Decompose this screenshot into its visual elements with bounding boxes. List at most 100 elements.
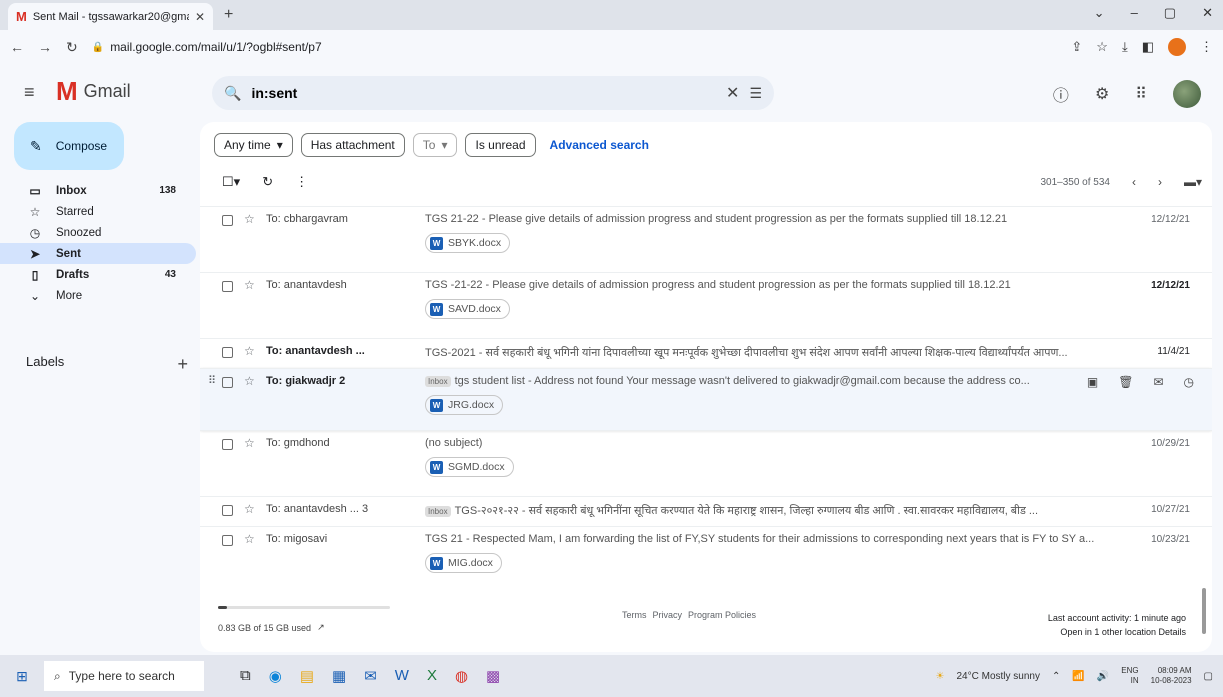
- tab-search-icon[interactable]: ⌄: [1094, 5, 1105, 21]
- search-options-icon[interactable]: ☰: [749, 85, 762, 102]
- notifications-icon[interactable]: ▢: [1204, 671, 1213, 682]
- forward-icon[interactable]: →: [38, 39, 52, 55]
- star-icon[interactable]: ☆: [244, 532, 255, 546]
- mail-app-icon[interactable]: ✉: [364, 667, 377, 685]
- table-row[interactable]: ☆ To: gmdhond (no subject) 10/29/21 W SG…: [200, 430, 1212, 496]
- attachment-chip[interactable]: W SGMD.docx: [425, 457, 514, 477]
- reload-icon[interactable]: ↻: [66, 39, 78, 56]
- sidebar-item-drafts[interactable]: ▯ Drafts 43: [0, 264, 196, 285]
- table-row[interactable]: ☆ To: anantavdesh ... TGS-2021 - सर्व सह…: [200, 338, 1212, 368]
- table-row[interactable]: ☆ To: anantavdesh ... 3 Inbox TGS-२०२१-२२…: [200, 496, 1212, 526]
- sidebar-item-starred[interactable]: ☆ Starred: [0, 201, 196, 222]
- apps-grid-icon[interactable]: ⠿: [1135, 84, 1147, 104]
- task-view-icon[interactable]: ⧉: [240, 667, 251, 685]
- new-tab-icon[interactable]: +: [224, 6, 233, 24]
- word-app-icon[interactable]: W: [395, 667, 409, 685]
- delete-icon[interactable]: 🗑: [1118, 375, 1133, 389]
- search-input[interactable]: [251, 85, 717, 101]
- browser-tab[interactable]: M Sent Mail - tgssawarkar20@gma ✕: [8, 3, 213, 30]
- has-attachment-chip[interactable]: Has attachment: [300, 133, 405, 157]
- close-tab-icon[interactable]: ✕: [195, 10, 205, 24]
- is-unread-chip[interactable]: Is unread: [465, 133, 536, 157]
- weather-text[interactable]: 24°C Mostly sunny: [957, 671, 1040, 682]
- previous-page-icon[interactable]: ‹: [1132, 175, 1136, 189]
- drag-handle-icon[interactable]: ⠿: [208, 374, 216, 387]
- table-row[interactable]: ⠿ ☆ To: giakwadjr 2 Inbox tgs student lis…: [200, 368, 1212, 430]
- sidebar-item-inbox[interactable]: ▭ Inbox 138: [0, 180, 196, 201]
- edge-browser-icon[interactable]: ◉: [269, 667, 282, 685]
- row-checkbox[interactable]: [222, 215, 233, 226]
- back-icon[interactable]: ←: [10, 39, 24, 55]
- sidepanel-icon[interactable]: ◧: [1142, 39, 1154, 55]
- attachment-chip[interactable]: W SBYK.docx: [425, 233, 511, 253]
- volume-icon[interactable]: 🔊: [1097, 671, 1109, 682]
- table-row[interactable]: ☆ To: cbhargavram TGS 21-22 - Please giv…: [200, 206, 1212, 272]
- star-icon[interactable]: ☆: [244, 374, 255, 388]
- windows-start-icon[interactable]: ⊞: [0, 668, 44, 685]
- scrollbar-thumb[interactable]: [1202, 588, 1206, 634]
- table-row[interactable]: ☆ To: migosavi TGS 21 - Respected Mam, I…: [200, 526, 1212, 592]
- attachment-chip[interactable]: W MIG.docx: [425, 553, 502, 573]
- program-policies-link[interactable]: Program Policies: [688, 610, 756, 620]
- snooze-icon[interactable]: ◷: [1184, 375, 1194, 389]
- star-icon[interactable]: ☆: [244, 436, 255, 450]
- main-menu-icon[interactable]: ≡: [24, 82, 35, 103]
- sidebar-item-more[interactable]: ⌄ More: [0, 285, 196, 306]
- clear-search-icon[interactable]: ✕: [726, 83, 739, 103]
- bookmark-star-icon[interactable]: ☆: [1096, 39, 1108, 55]
- row-checkbox[interactable]: [222, 535, 233, 546]
- row-checkbox[interactable]: [222, 281, 233, 292]
- select-all-checkbox-icon[interactable]: ☐▾: [222, 174, 240, 190]
- attachment-chip[interactable]: W JRG.docx: [425, 395, 504, 415]
- privacy-link[interactable]: Privacy: [653, 610, 683, 620]
- taskbar-clock[interactable]: 08:09 AM 10-08-2023: [1151, 666, 1192, 686]
- sidebar-item-snoozed[interactable]: ◷ Snoozed: [0, 222, 196, 243]
- row-checkbox[interactable]: [222, 377, 233, 388]
- attachment-chip[interactable]: W SAVD.docx: [425, 299, 510, 319]
- url-field[interactable]: 🔒 mail.google.com/mail/u/1/?ogbl#sent/p7: [92, 40, 1058, 54]
- close-window-icon[interactable]: ✕: [1202, 5, 1213, 21]
- table-row[interactable]: ☆ To: anantavdesh TGS -21-22 - Please gi…: [200, 272, 1212, 338]
- terms-link[interactable]: Terms: [622, 610, 647, 620]
- help-icon[interactable]: ⓘ: [1053, 82, 1069, 106]
- star-icon[interactable]: ☆: [244, 212, 255, 226]
- taskbar-search[interactable]: ⌕ Type here to search: [44, 661, 204, 691]
- account-avatar[interactable]: [1173, 80, 1201, 108]
- excel-app-icon[interactable]: X: [427, 667, 437, 685]
- star-icon[interactable]: ☆: [244, 502, 255, 516]
- search-icon[interactable]: 🔍: [224, 85, 241, 102]
- file-explorer-icon[interactable]: ▤: [300, 667, 314, 685]
- mark-unread-icon[interactable]: ✉: [1153, 375, 1163, 389]
- sidebar-item-sent[interactable]: ➤ Sent: [0, 243, 196, 264]
- advanced-search-link[interactable]: Advanced search: [550, 138, 649, 152]
- density-toggle-icon[interactable]: ▬▾: [1184, 175, 1202, 189]
- compose-button[interactable]: ✎ Compose: [14, 122, 124, 170]
- minimize-icon[interactable]: –: [1131, 5, 1138, 21]
- gmail-logo[interactable]: M Gmail: [56, 78, 131, 104]
- add-label-icon[interactable]: +: [177, 354, 188, 375]
- app-icon[interactable]: ▩: [486, 667, 500, 685]
- profile-avatar-icon[interactable]: [1168, 38, 1186, 56]
- row-checkbox[interactable]: [222, 505, 233, 516]
- to-chip[interactable]: To ▾: [412, 133, 458, 157]
- tray-chevron-icon[interactable]: ⌃: [1052, 671, 1060, 682]
- store-icon[interactable]: ▦: [332, 667, 346, 685]
- settings-gear-icon[interactable]: ⚙: [1095, 84, 1109, 104]
- network-icon[interactable]: 📶: [1072, 671, 1084, 682]
- language-indicator[interactable]: ENG IN: [1121, 666, 1138, 686]
- any-time-chip[interactable]: Any time ▾: [214, 133, 293, 157]
- row-checkbox[interactable]: [222, 347, 233, 358]
- next-page-icon[interactable]: ›: [1158, 175, 1162, 189]
- star-icon[interactable]: ☆: [244, 278, 255, 292]
- menu-kebab-icon[interactable]: ⋮: [1200, 39, 1213, 55]
- details-link[interactable]: Details: [1158, 627, 1186, 637]
- refresh-icon[interactable]: ↻: [262, 174, 273, 190]
- star-icon[interactable]: ☆: [244, 344, 255, 358]
- row-checkbox[interactable]: [222, 439, 233, 450]
- chrome-app-icon[interactable]: ◍: [455, 667, 468, 685]
- maximize-icon[interactable]: ▢: [1164, 5, 1176, 21]
- archive-icon[interactable]: ▣: [1087, 375, 1098, 389]
- share-icon[interactable]: ⇪: [1071, 39, 1082, 55]
- open-external-icon[interactable]: ↗: [317, 622, 325, 633]
- more-actions-icon[interactable]: ⋮: [295, 174, 308, 190]
